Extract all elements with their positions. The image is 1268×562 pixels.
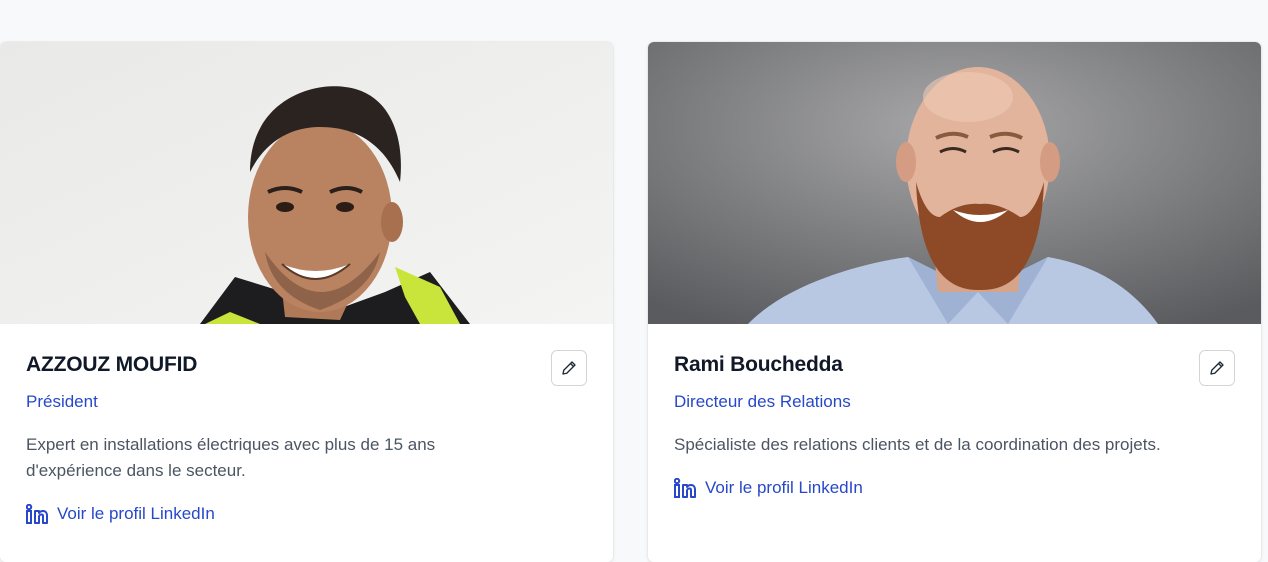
member-role: Président: [26, 392, 98, 411]
pencil-icon: [1210, 361, 1224, 375]
portrait-image: [0, 42, 613, 324]
linkedin-link[interactable]: Voir le profil LinkedIn: [25, 503, 215, 525]
linkedin-icon: [25, 503, 48, 524]
team-member-card: AZZOUZ MOUFID Président Expert en instal…: [0, 42, 613, 562]
member-bio: Expert en installations électriques avec…: [26, 435, 436, 480]
member-role: Directeur des Relations: [674, 392, 851, 411]
card-body: AZZOUZ MOUFID Président Expert en instal…: [0, 324, 613, 529]
member-name: Rami Bouchedda: [674, 353, 843, 376]
member-photo: [0, 42, 613, 324]
member-bio: Spécialiste des relations clients et de …: [674, 435, 1161, 454]
linkedin-label: Voir le profil LinkedIn: [705, 478, 863, 497]
member-name: AZZOUZ MOUFID: [26, 353, 198, 376]
member-photo: [648, 42, 1261, 324]
edit-member-button[interactable]: [551, 350, 587, 386]
team-member-card: Rami Bouchedda Directeur des Relations S…: [648, 42, 1261, 562]
card-body: Rami Bouchedda Directeur des Relations S…: [648, 324, 1261, 503]
linkedin-link[interactable]: Voir le profil LinkedIn: [673, 477, 863, 499]
portrait-image: [648, 42, 1261, 324]
linkedin-label: Voir le profil LinkedIn: [57, 504, 215, 523]
edit-member-button[interactable]: [1199, 350, 1235, 386]
pencil-icon: [562, 361, 576, 375]
linkedin-icon: [673, 477, 696, 498]
